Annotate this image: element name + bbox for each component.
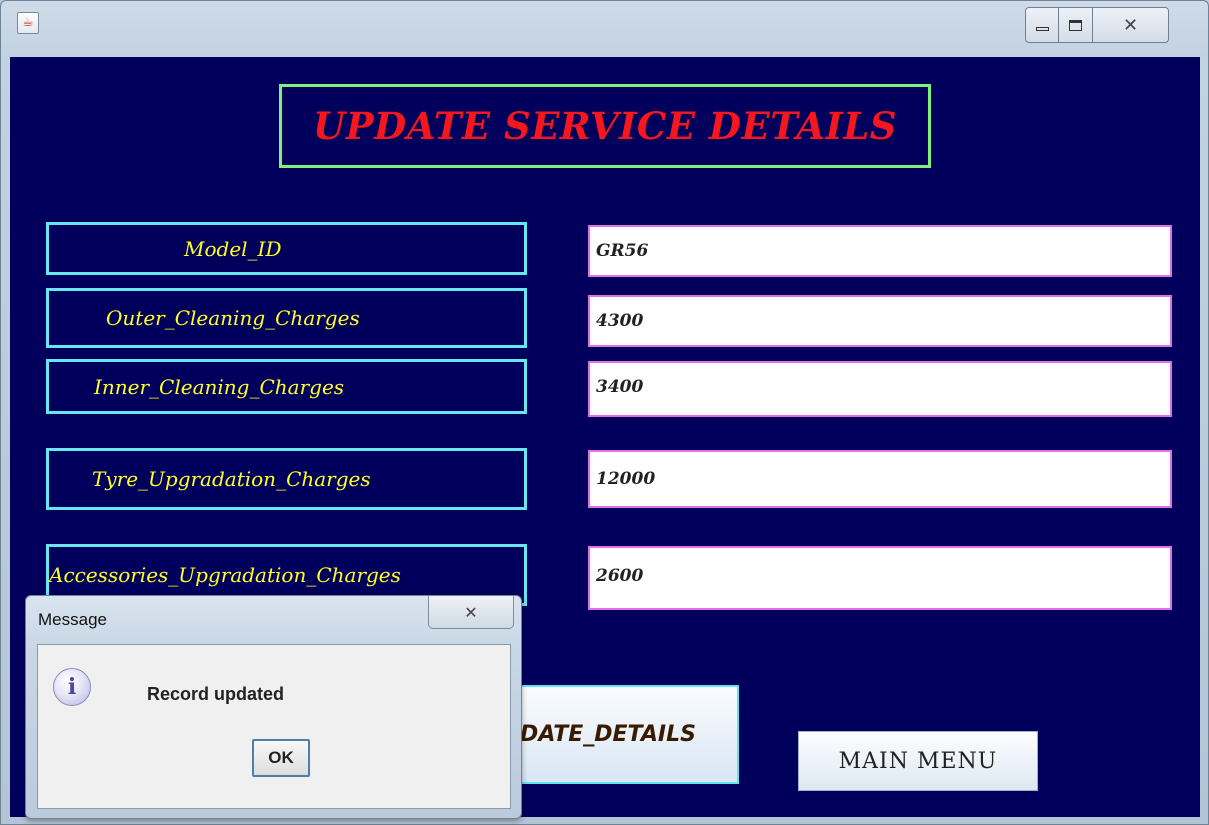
model-id-value: GR56: [596, 241, 649, 261]
tyre-upgradation-value: 12000: [596, 469, 656, 489]
minimize-icon: [1035, 27, 1049, 31]
inner-cleaning-label: Inner_Cleaning_Charges: [46, 359, 527, 414]
outer-cleaning-label-text: Outer_Cleaning_Charges: [106, 306, 360, 330]
inner-cleaning-label-text: Inner_Cleaning_Charges: [94, 374, 345, 399]
inner-cleaning-value: 3400: [596, 377, 644, 397]
title-bar[interactable]: ☕ ✕: [1, 1, 1208, 57]
main-menu-label: MAIN MENU: [838, 748, 998, 774]
outer-cleaning-field[interactable]: 4300: [588, 295, 1172, 347]
close-icon: ✕: [1122, 14, 1139, 36]
accessories-upgradation-label-text: Accessories_Upgradation_Charges: [49, 563, 401, 587]
tyre-upgradation-label-text: Tyre_Upgradation_Charges: [92, 467, 371, 491]
ok-label: OK: [268, 748, 294, 767]
dialog-close-button[interactable]: ✕: [428, 596, 514, 629]
info-icon: i: [53, 668, 91, 706]
dialog-message: Record updated: [147, 684, 285, 704]
minimize-button[interactable]: [1025, 7, 1059, 43]
outer-cleaning-value: 4300: [596, 311, 644, 331]
inner-cleaning-field[interactable]: 3400: [588, 361, 1172, 417]
main-menu-button[interactable]: MAIN MENU: [798, 731, 1038, 791]
dialog-title: Message: [38, 610, 107, 629]
outer-cleaning-label: Outer_Cleaning_Charges: [46, 288, 527, 348]
accessories-upgradation-value: 2600: [596, 566, 644, 586]
maximize-icon: [1069, 19, 1082, 31]
close-icon: ✕: [464, 602, 478, 622]
heading-box: UPDATE SERVICE DETAILS: [279, 84, 931, 168]
tyre-upgradation-field[interactable]: 12000: [588, 450, 1172, 508]
maximize-button[interactable]: [1059, 7, 1093, 43]
tyre-upgradation-label: Tyre_Upgradation_Charges: [46, 448, 527, 510]
ok-button[interactable]: OK: [252, 739, 310, 777]
message-dialog: Message ✕ i Record updated OK: [25, 595, 522, 819]
java-cup-icon[interactable]: ☕: [17, 12, 39, 34]
accessories-upgradation-field[interactable]: 2600: [588, 546, 1172, 610]
page-title: UPDATE SERVICE DETAILS: [313, 104, 897, 148]
dialog-body: i Record updated OK: [37, 644, 511, 809]
window-controls: ✕: [1025, 7, 1201, 43]
close-button[interactable]: ✕: [1093, 7, 1169, 43]
model-id-field[interactable]: GR56: [588, 225, 1172, 277]
model-id-label: Model_ID: [46, 222, 527, 275]
model-id-label-text: Model_ID: [184, 236, 282, 261]
